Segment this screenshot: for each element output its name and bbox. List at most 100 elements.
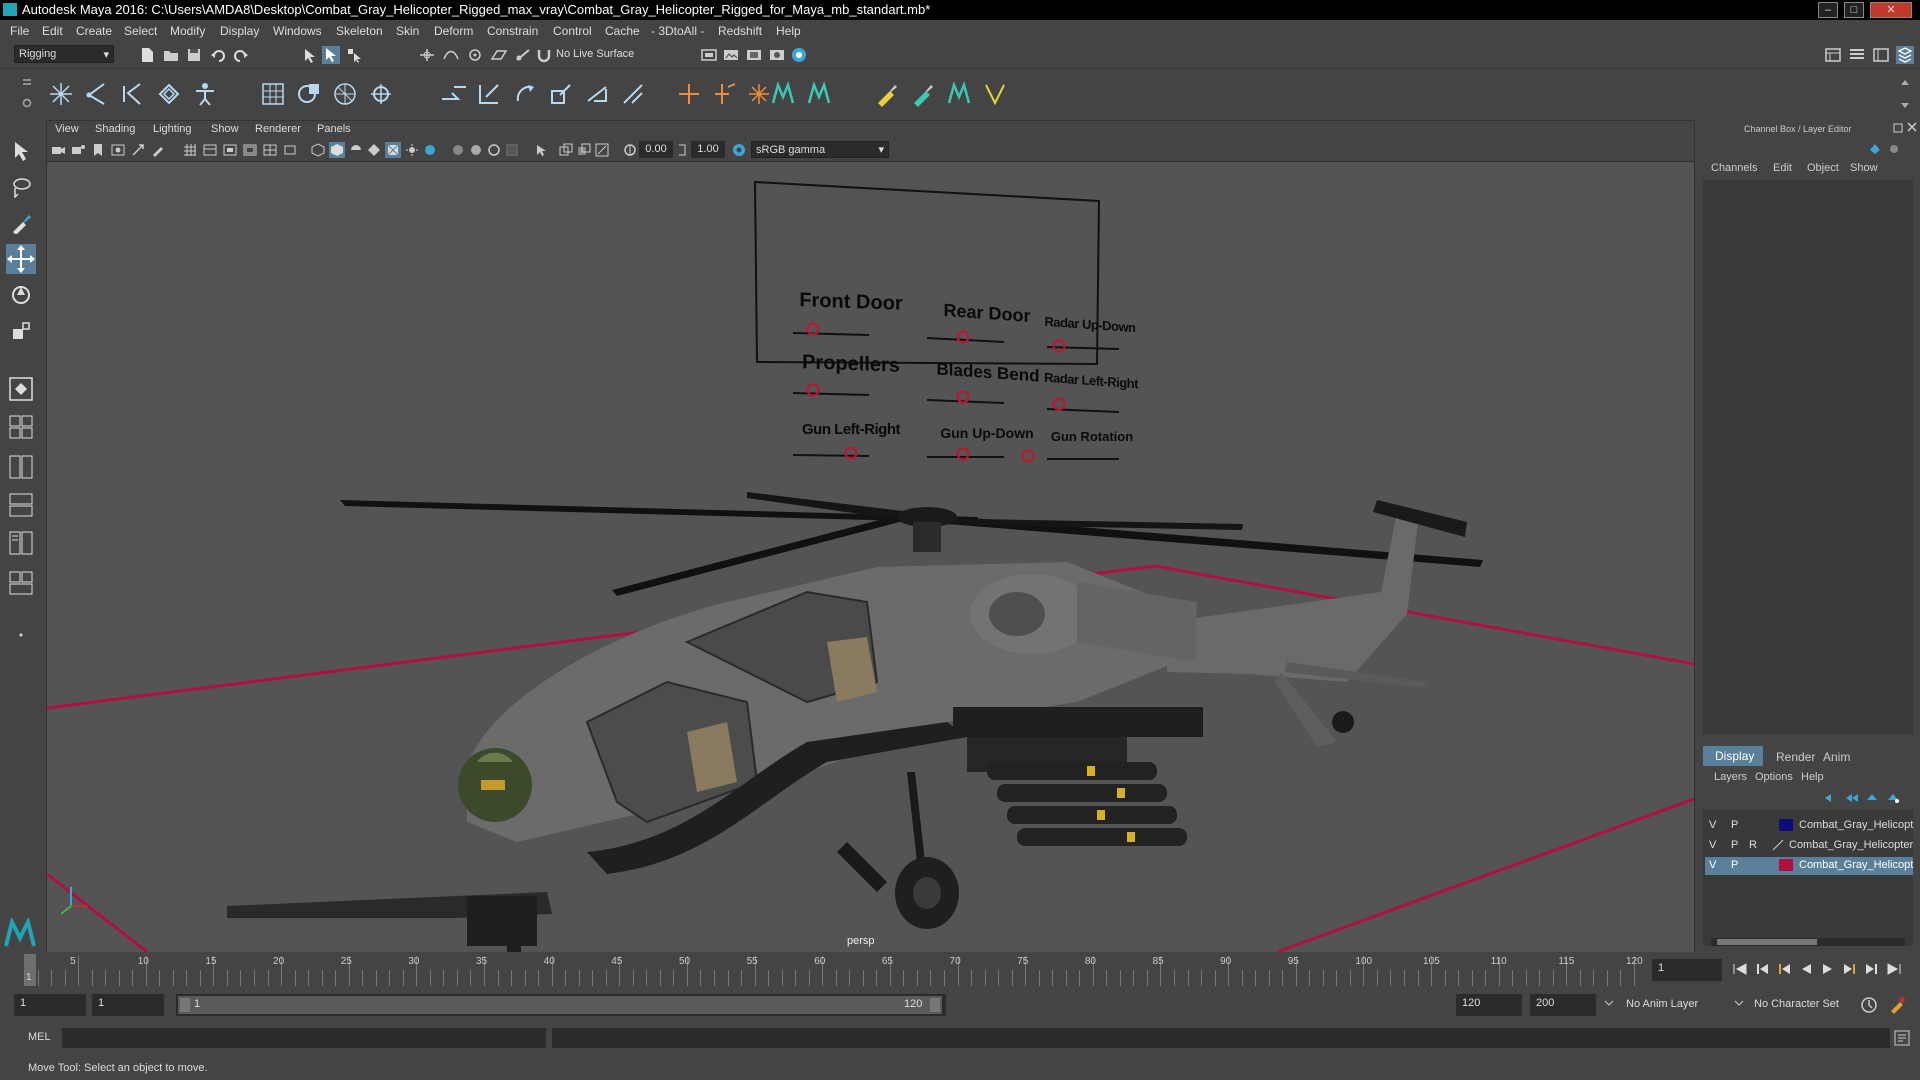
aim-constraint-icon[interactable] [476, 81, 504, 107]
menu-windows[interactable]: Windows [273, 24, 322, 38]
tool-settings-toggle-icon[interactable] [1872, 47, 1890, 63]
menu-select[interactable]: Select [124, 24, 157, 38]
undo-icon[interactable] [210, 47, 226, 63]
save-scene-icon[interactable] [186, 47, 202, 63]
channel-box-menu-object[interactable]: Object [1807, 162, 1839, 174]
menu-cache[interactable]: Cache [605, 24, 640, 38]
menu-skin[interactable]: Skin [396, 24, 419, 38]
helicopter-model[interactable] [227, 492, 1483, 953]
layer-playback-toggle[interactable]: P [1731, 839, 1738, 851]
snap-grid-icon[interactable] [418, 47, 436, 63]
ik-handle-icon[interactable] [84, 81, 110, 107]
menu-help[interactable]: Help [776, 24, 801, 38]
modeling-toolkit-icon[interactable] [1824, 47, 1842, 63]
select-component-icon[interactable] [346, 47, 362, 63]
tab-display[interactable]: Display [1703, 746, 1763, 766]
point-constraint-icon[interactable] [440, 81, 468, 107]
current-frame-field[interactable]: 1 [1652, 959, 1722, 981]
move-layer-down-icon[interactable] [1844, 792, 1858, 804]
layer-color-swatch[interactable] [1771, 839, 1785, 851]
layout-outliner-icon[interactable] [8, 492, 34, 518]
layout-side-pane-icon[interactable] [8, 454, 34, 480]
character-set-dropdown[interactable]: No Character Set [1750, 994, 1870, 1016]
range-slider[interactable]: 1 120 [176, 994, 946, 1016]
menu-deform[interactable]: Deform [434, 24, 473, 38]
step-forward-key-icon[interactable] [1864, 962, 1880, 976]
layer-list-scrollbar[interactable] [1711, 938, 1905, 946]
tab-anim[interactable]: Anim [1823, 750, 1850, 764]
move-layer-up-icon[interactable] [1823, 792, 1837, 804]
paint-weights-icon[interactable] [874, 81, 900, 107]
select-tool-icon[interactable] [10, 140, 32, 162]
select-hierarchy-icon[interactable] [302, 47, 318, 63]
menuset-dropdown[interactable]: Rigging ▾ [14, 45, 114, 63]
viewport-panel[interactable]: View Shading Lighting Show Renderer Pane… [46, 120, 1695, 954]
layer-visibility-toggle[interactable]: V [1709, 839, 1716, 851]
layout-single-pane-icon[interactable] [8, 376, 34, 402]
slider-handle-radar-left-right[interactable] [1052, 397, 1066, 411]
menu-3dtoall[interactable]: - 3DtoAll - [651, 24, 704, 38]
channel-box-toggle-icon[interactable] [1896, 46, 1914, 64]
layer-menu-layers[interactable]: Layers [1714, 771, 1747, 783]
layer-name[interactable]: Combat_Gray_Helicopt [1799, 819, 1913, 831]
menu-control[interactable]: Control [553, 24, 592, 38]
snap-view-plane-icon[interactable] [490, 47, 508, 63]
layout-graph-icon[interactable] [8, 530, 34, 556]
move-tool-icon[interactable] [6, 244, 36, 274]
wrap-deformer-icon[interactable] [332, 81, 358, 107]
menu-edit[interactable]: Edit [42, 24, 63, 38]
sculpt-deformer-icon[interactable] [368, 81, 394, 107]
range-slider-handle[interactable] [178, 996, 942, 1014]
float-panel-icon[interactable] [1893, 123, 1903, 133]
locator-joint-icon[interactable] [712, 81, 738, 107]
layer-playback-toggle[interactable]: P [1731, 819, 1738, 831]
pole-vector-constraint-icon[interactable] [620, 81, 648, 107]
layer-row-selected[interactable]: V P Combat_Gray_Helicopt [1705, 857, 1913, 875]
play-backwards-icon[interactable] [1798, 962, 1814, 976]
chevron-down-icon[interactable] [1734, 998, 1744, 1008]
parent-constraint-icon[interactable] [584, 81, 612, 107]
layout-extra-icon[interactable] [12, 630, 30, 640]
rotate-tool-icon[interactable] [10, 284, 32, 306]
blendshape-icon[interactable] [770, 81, 796, 107]
menu-redshift[interactable]: Redshift [718, 24, 762, 38]
ipr-render-icon[interactable] [745, 47, 763, 63]
new-empty-layer-icon[interactable] [1865, 792, 1879, 804]
minimize-button[interactable]: – [1818, 2, 1838, 18]
hypershade-icon[interactable] [790, 46, 808, 64]
script-editor-icon[interactable] [1894, 1030, 1910, 1046]
lasso-tool-icon[interactable] [10, 176, 32, 198]
blendshape-alt-icon[interactable] [806, 81, 832, 107]
channel-box-option-icon[interactable] [1887, 142, 1901, 156]
humanik-icon[interactable] [192, 81, 218, 107]
layer-list-scroll-thumb[interactable] [1717, 939, 1817, 945]
step-forward-frame-icon[interactable] [1842, 962, 1858, 976]
anim-layer-dropdown[interactable]: No Anim Layer [1622, 994, 1742, 1016]
step-back-key-icon[interactable] [1754, 962, 1770, 976]
go-to-start-icon[interactable] [1732, 962, 1748, 976]
layer-visibility-toggle[interactable]: V [1709, 859, 1716, 871]
menu-modify[interactable]: Modify [170, 24, 205, 38]
channel-box-menu-show[interactable]: Show [1850, 162, 1878, 174]
select-object-icon[interactable] [322, 46, 340, 64]
menu-constrain[interactable]: Constrain [487, 24, 538, 38]
animation-start-field[interactable]: 1 [14, 994, 86, 1016]
command-input[interactable] [62, 1028, 546, 1048]
playback-end-field[interactable]: 120 [1456, 994, 1522, 1016]
mirror-weights-icon[interactable] [946, 81, 972, 107]
layer-playback-toggle[interactable]: P [1731, 859, 1738, 871]
auto-key-icon[interactable] [1860, 996, 1878, 1014]
go-to-end-icon[interactable] [1886, 962, 1902, 976]
live-surface-field[interactable]: No Live Surface [552, 46, 656, 64]
maya-home-logo-icon[interactable] [4, 918, 36, 950]
layout-four-pane-icon[interactable] [8, 414, 34, 440]
orient-constraint-icon[interactable] [512, 81, 540, 107]
menu-file[interactable]: File [10, 24, 29, 38]
layer-row[interactable]: V P Combat_Gray_Helicopt [1705, 817, 1913, 835]
attribute-editor-toggle-icon[interactable] [1848, 47, 1866, 63]
render-settings-icon[interactable] [700, 47, 718, 63]
lattice-icon[interactable] [260, 81, 286, 107]
close-button[interactable]: ✕ [1870, 2, 1912, 18]
slider-handle-radar-up-down[interactable] [1052, 339, 1066, 353]
channel-box-menu-edit[interactable]: Edit [1773, 162, 1792, 174]
